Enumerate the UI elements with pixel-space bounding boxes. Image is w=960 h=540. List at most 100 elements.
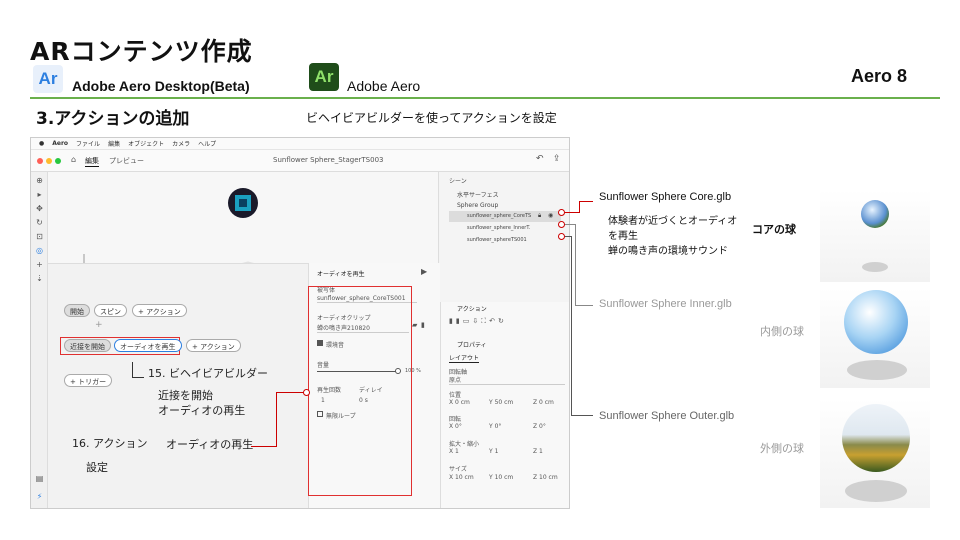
connector-dot	[558, 209, 565, 216]
title-bar: ⌂ 編集 プレビュー Sunflower Sphere_StagerTS003 …	[31, 150, 569, 172]
layers-icon[interactable]: ▤	[35, 474, 44, 483]
trash-icon[interactable]: ▮	[421, 321, 425, 329]
pivot-select[interactable]: 原点	[449, 375, 565, 385]
audio-panel-title: オーディオを再生	[317, 271, 365, 278]
connector-dot	[558, 233, 565, 240]
aero-desktop-logo: Ar	[33, 65, 63, 93]
aero-desktop-name: Adobe Aero Desktop(Beta)	[72, 78, 250, 94]
folder-icon[interactable]: ▰	[412, 321, 417, 329]
rot-y[interactable]: Y 0°	[489, 423, 501, 430]
size-x[interactable]: X 10 cm	[449, 474, 474, 481]
anchor-icon[interactable]: ⇣	[35, 274, 44, 283]
connector	[132, 362, 133, 377]
aero-name: Adobe Aero	[347, 78, 421, 94]
add-action-button[interactable]: + アクション	[132, 304, 187, 317]
connector-dot	[558, 221, 565, 228]
move-icon[interactable]: ✥	[35, 204, 44, 213]
select-icon[interactable]: ▸	[35, 190, 44, 199]
tool-bar: ⊕ ▸ ✥ ↻ ⊡ ◎ + ⇣ ▤ ⚡	[31, 172, 48, 508]
action-icons[interactable]: ▮▮▭⇩⛶↶↻	[449, 317, 507, 326]
position-label: 位置	[449, 392, 462, 399]
outer-shadow	[845, 480, 907, 502]
minimize-window-button[interactable]	[46, 158, 52, 164]
menu-file[interactable]: ファイル	[76, 139, 100, 148]
page-title: ARコンテンツ作成	[30, 37, 253, 66]
scale-label: 拡大・縮小	[449, 441, 480, 448]
menu-aero[interactable]: Aero	[52, 140, 68, 147]
outer-file: Sunflower Sphere Outer.glb	[599, 410, 735, 422]
core-desc-1: 体験者が近づくとオーディオ	[608, 216, 738, 227]
inner-shadow	[847, 360, 907, 380]
tab-edit[interactable]: 編集	[85, 156, 99, 167]
orbit-icon[interactable]: ◎	[35, 246, 44, 255]
apple-icon[interactable]: ●	[39, 140, 44, 147]
scene-panel: シーン 水平サーフェス Sphere Group sunflower_spher…	[438, 172, 569, 302]
properties-panel: アクション ▮▮▭⇩⛶↶↻ プロパティ レイアウト 回転軸 原点 位置 X 0 …	[440, 302, 569, 508]
trigger-start[interactable]: 開始	[64, 304, 90, 317]
add-trigger-plus[interactable]: +	[95, 320, 103, 330]
eye-icon[interactable]: ◉	[548, 212, 553, 219]
scene-header: シーン	[449, 178, 467, 185]
builder-desc-2: オーディオの再生	[158, 404, 246, 417]
menu-camera[interactable]: カメラ	[172, 139, 190, 148]
core-desc-3: 蝉の鳴き声の環境サウンド	[608, 246, 728, 257]
page-label: Aero 8	[851, 66, 908, 86]
trigger-proximity[interactable]: 近接を開始	[64, 339, 111, 352]
add-trigger-button[interactable]: + トリガー	[64, 374, 113, 387]
rot-z[interactable]: Z 0°	[533, 423, 546, 430]
section-title: 3.アクションの追加	[36, 109, 190, 129]
add-action-button-2[interactable]: + アクション	[186, 339, 241, 352]
outer-label: 外側の球	[760, 442, 804, 455]
rotate-icon[interactable]: ↻	[35, 218, 44, 227]
menu-edit[interactable]: 編集	[108, 139, 120, 148]
connector	[251, 446, 276, 447]
section-desc: ビヘイビアビルダーを使ってアクションを設定	[306, 111, 557, 125]
rot-x[interactable]: X 0°	[449, 423, 462, 430]
action-spin[interactable]: スピン	[94, 304, 127, 317]
scale-icon[interactable]: ⊡	[35, 232, 44, 241]
share-icon[interactable]: ⇪	[553, 154, 561, 164]
close-window-button[interactable]	[37, 158, 43, 164]
scene-item-surface[interactable]: 水平サーフェス	[457, 190, 499, 199]
menu-help[interactable]: ヘルプ	[198, 139, 216, 148]
size-y[interactable]: Y 10 cm	[489, 474, 513, 481]
behavior-icon[interactable]: ⚡	[35, 492, 44, 501]
aero-app-window: ● Aero ファイル 編集 オブジェクト カメラ ヘルプ ⌂ 編集 プレビュー…	[30, 137, 570, 509]
scale-z[interactable]: Z 1	[533, 448, 543, 455]
pos-x[interactable]: X 0 cm	[449, 399, 470, 406]
action-header: アクション	[457, 306, 487, 313]
connector	[132, 377, 144, 378]
core-file: Sunflower Sphere Core.glb	[599, 191, 732, 203]
tab-preview[interactable]: プレビュー	[109, 156, 144, 166]
audio-highlight-box	[308, 286, 412, 496]
scene-item-core[interactable]: sunflower_sphere_CoreTS	[467, 213, 531, 219]
undo-icon[interactable]: ↶	[536, 154, 544, 164]
core-shadow	[862, 262, 888, 272]
pos-z[interactable]: Z 0 cm	[533, 399, 554, 406]
header-divider	[30, 97, 940, 99]
size-z[interactable]: Z 10 cm	[533, 474, 558, 481]
core-label: コアの球	[752, 223, 796, 236]
core-sphere-image	[861, 200, 889, 228]
tab-layout[interactable]: レイアウト	[449, 353, 480, 363]
scene-item-outer[interactable]: sunflower_sphereTS001	[467, 237, 527, 243]
home-icon[interactable]: ⌂	[71, 155, 76, 164]
pos-y[interactable]: Y 50 cm	[489, 399, 513, 406]
plus-icon[interactable]: +	[35, 260, 44, 269]
play-icon[interactable]: ▶	[421, 267, 427, 276]
rotation-label: 回転	[449, 416, 462, 423]
scene-item-group[interactable]: Sphere Group	[457, 202, 498, 209]
scene-item-inner[interactable]: sunflower_sphere_InnerT.	[467, 225, 530, 231]
menu-object[interactable]: オブジェクト	[128, 139, 164, 148]
add-icon[interactable]: ⊕	[35, 176, 44, 185]
inner-label: 内側の球	[760, 325, 804, 338]
builder-desc-1: 近接を開始	[158, 389, 213, 402]
action-play-audio[interactable]: オーディオを再生	[114, 339, 182, 352]
zoom-window-button[interactable]	[55, 158, 61, 164]
prop-header: プロパティ	[457, 342, 487, 349]
aero-logo: Ar	[309, 63, 339, 91]
outer-sphere-image	[842, 404, 910, 472]
scale-x[interactable]: X 1	[449, 448, 459, 455]
scale-y[interactable]: Y 1	[489, 448, 498, 455]
lock-icon[interactable]: 🔒︎	[538, 212, 541, 220]
